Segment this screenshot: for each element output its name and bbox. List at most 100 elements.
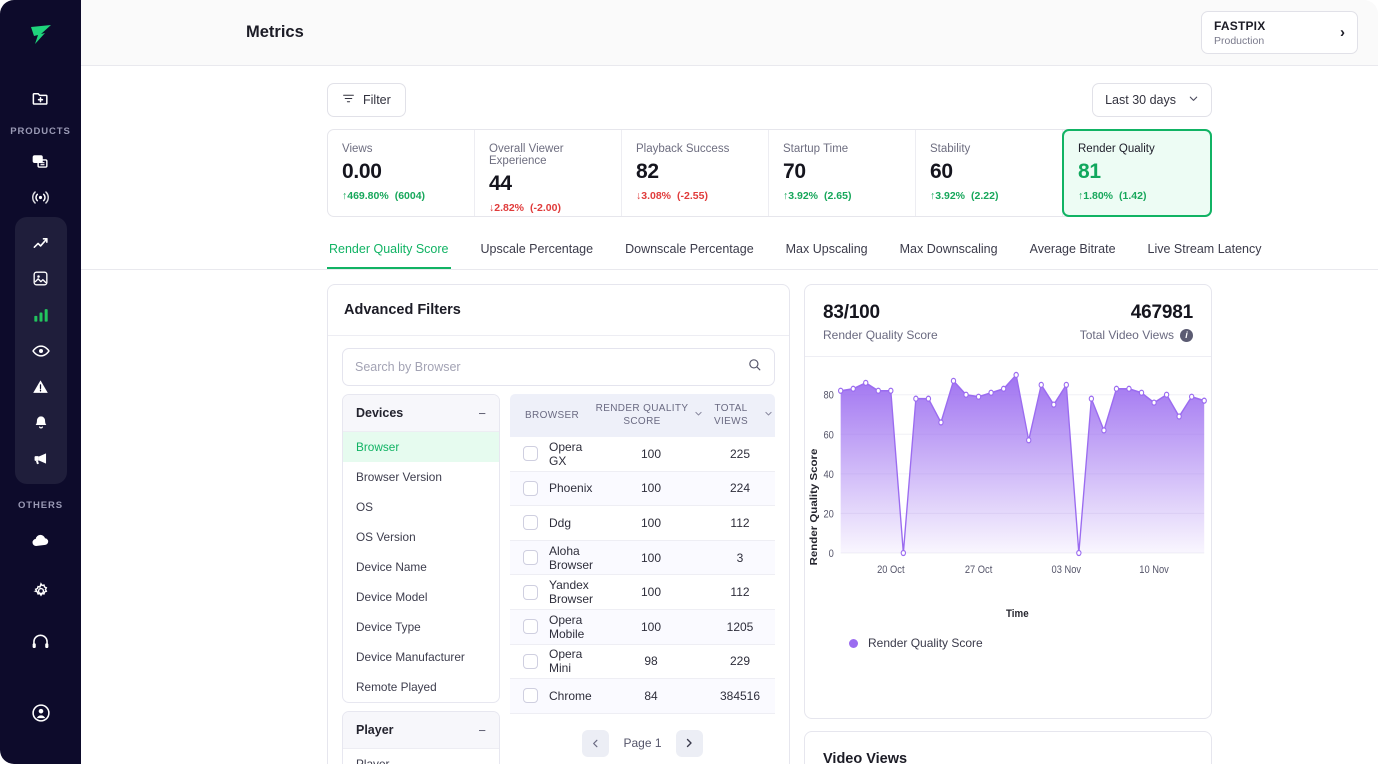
trend-line-icon[interactable] <box>21 225 61 260</box>
table-row[interactable]: Opera GX 100 225 <box>510 437 775 472</box>
row-checkbox[interactable] <box>523 584 538 600</box>
chart-point[interactable] <box>888 387 894 394</box>
facet-item-os[interactable]: OS <box>343 492 499 522</box>
table-row[interactable]: Phoenix 100 224 <box>510 471 775 507</box>
chart-point[interactable] <box>1113 385 1120 392</box>
chart-point[interactable] <box>975 393 982 400</box>
user-avatar-icon[interactable] <box>21 695 61 731</box>
tab-live-stream-latency[interactable]: Live Stream Latency <box>1146 229 1264 269</box>
table-row[interactable]: Aloha Browser 100 3 <box>510 540 775 576</box>
date-range-selector[interactable]: Last 30 days <box>1092 83 1212 117</box>
chart-point[interactable] <box>837 387 844 394</box>
row-checkbox[interactable] <box>523 653 538 669</box>
column-header-total-views[interactable]: TOTAL VIEWS <box>703 403 773 428</box>
info-icon[interactable]: i <box>1180 328 1193 342</box>
facet-item-os-version[interactable]: OS Version <box>343 522 499 552</box>
facet-item-browser[interactable]: Browser <box>343 432 499 462</box>
search-box[interactable] <box>342 348 775 386</box>
chevron-right-icon[interactable] <box>675 729 703 757</box>
chart-point[interactable] <box>925 395 932 402</box>
chart-point[interactable] <box>1051 401 1057 408</box>
facet-item-player[interactable]: Player <box>343 749 499 764</box>
chart-point[interactable] <box>1000 385 1007 392</box>
chart-point[interactable] <box>1088 395 1095 402</box>
minus-icon[interactable]: − <box>478 724 486 737</box>
chart-point[interactable] <box>1151 399 1157 406</box>
warning-triangle-icon[interactable] <box>21 369 61 404</box>
chart-point[interactable] <box>900 549 907 557</box>
chevron-down-icon[interactable] <box>764 409 773 421</box>
kpi-card-stability[interactable]: Stability 60 ↑3.92% (2.22) <box>916 130 1063 216</box>
chart-point[interactable] <box>1063 381 1069 389</box>
minus-icon[interactable]: − <box>478 407 486 420</box>
chart-point[interactable] <box>1013 371 1019 379</box>
chart-point[interactable] <box>1038 381 1044 389</box>
table-row[interactable]: Opera Mini 98 229 <box>510 645 775 680</box>
facet-item-device-type[interactable]: Device Type <box>343 612 499 642</box>
fastpix-logo[interactable] <box>24 18 58 52</box>
row-checkbox[interactable] <box>523 550 538 566</box>
table-row[interactable]: Ddg 100 112 <box>510 506 775 541</box>
table-row[interactable]: Chrome 84 384516 <box>510 679 775 714</box>
tab-downscale-percentage[interactable]: Downscale Percentage <box>623 229 756 269</box>
facet-item-remote-played[interactable]: Remote Played <box>343 672 499 702</box>
project-selector[interactable]: FASTPIX Production › <box>1201 11 1358 54</box>
chart-point[interactable] <box>963 391 969 398</box>
chart-point[interactable] <box>1188 393 1195 400</box>
chart-point[interactable] <box>938 419 944 426</box>
facet-item-device-name[interactable]: Device Name <box>343 552 499 582</box>
chart-point[interactable] <box>850 385 856 392</box>
tab-average-bitrate[interactable]: Average Bitrate <box>1028 229 1118 269</box>
bell-icon[interactable] <box>21 405 61 440</box>
chart-point[interactable] <box>1201 397 1207 404</box>
headphones-icon[interactable] <box>21 623 61 659</box>
kpi-card-overall-viewer-experience[interactable]: Overall Viewer Experience 44 ↓2.82% (-2.… <box>475 130 622 216</box>
tab-max-upscaling[interactable]: Max Upscaling <box>784 229 870 269</box>
column-header-render-quality-score[interactable]: RENDER QUALITY SCORE <box>595 403 703 428</box>
chart-point[interactable] <box>875 387 881 394</box>
chart-point[interactable] <box>950 377 957 385</box>
megaphone-icon[interactable] <box>21 441 61 476</box>
table-row[interactable]: Opera Mobile 100 1205 <box>510 609 775 645</box>
image-clipboard-icon[interactable] <box>21 261 61 296</box>
facet-item-device-manufacturer[interactable]: Device Manufacturer <box>343 642 499 672</box>
bar-chart-icon[interactable] <box>21 297 61 332</box>
search-input[interactable] <box>355 360 747 374</box>
chevron-down-icon[interactable] <box>694 409 703 421</box>
broadcast-icon[interactable] <box>21 179 61 215</box>
chart-point[interactable] <box>1076 549 1082 557</box>
chart-point[interactable] <box>1026 437 1032 444</box>
cloud-icon[interactable] <box>21 523 61 559</box>
kpi-card-render-quality[interactable]: Render Quality 81 ↑1.80% (1.42) <box>1062 129 1212 217</box>
chevron-left-icon[interactable] <box>582 729 610 757</box>
gear-icon[interactable] <box>21 573 61 609</box>
add-folder-icon[interactable] <box>21 80 61 116</box>
filter-button[interactable]: Filter <box>327 83 406 117</box>
facet-item-device-model[interactable]: Device Model <box>343 582 499 612</box>
row-checkbox[interactable] <box>523 480 538 496</box>
search-icon[interactable] <box>747 357 762 377</box>
chart-point[interactable] <box>913 395 919 402</box>
kpi-card-playback-success[interactable]: Playback Success 82 ↓3.08% (-2.55) <box>622 130 769 216</box>
facet-devices-header[interactable]: Devices − <box>343 395 499 432</box>
row-checkbox[interactable] <box>523 619 538 635</box>
facet-item-browser-version[interactable]: Browser Version <box>343 462 499 492</box>
chart-point[interactable] <box>1138 389 1145 396</box>
kpi-card-startup-time[interactable]: Startup Time 70 ↑3.92% (2.65) <box>769 130 916 216</box>
chart-point[interactable] <box>1163 391 1170 398</box>
kpi-card-views[interactable]: Views 0.00 ↑469.80% (6004) <box>328 130 475 216</box>
row-checkbox[interactable] <box>523 515 538 531</box>
chart-point[interactable] <box>863 379 869 387</box>
tab-upscale-percentage[interactable]: Upscale Percentage <box>479 229 596 269</box>
tab-max-downscaling[interactable]: Max Downscaling <box>898 229 1000 269</box>
table-row[interactable]: Yandex Browser 100 112 <box>510 575 775 610</box>
video-library-icon[interactable] <box>21 143 61 179</box>
chart-point[interactable] <box>1101 427 1107 434</box>
row-checkbox[interactable] <box>523 446 538 462</box>
eye-icon[interactable] <box>21 333 61 368</box>
chart-point[interactable] <box>988 389 994 396</box>
chart-point[interactable] <box>1176 413 1182 420</box>
tab-render-quality-score[interactable]: Render Quality Score <box>327 229 451 269</box>
facet-player-header[interactable]: Player − <box>343 712 499 749</box>
chart-point[interactable] <box>1126 385 1132 392</box>
